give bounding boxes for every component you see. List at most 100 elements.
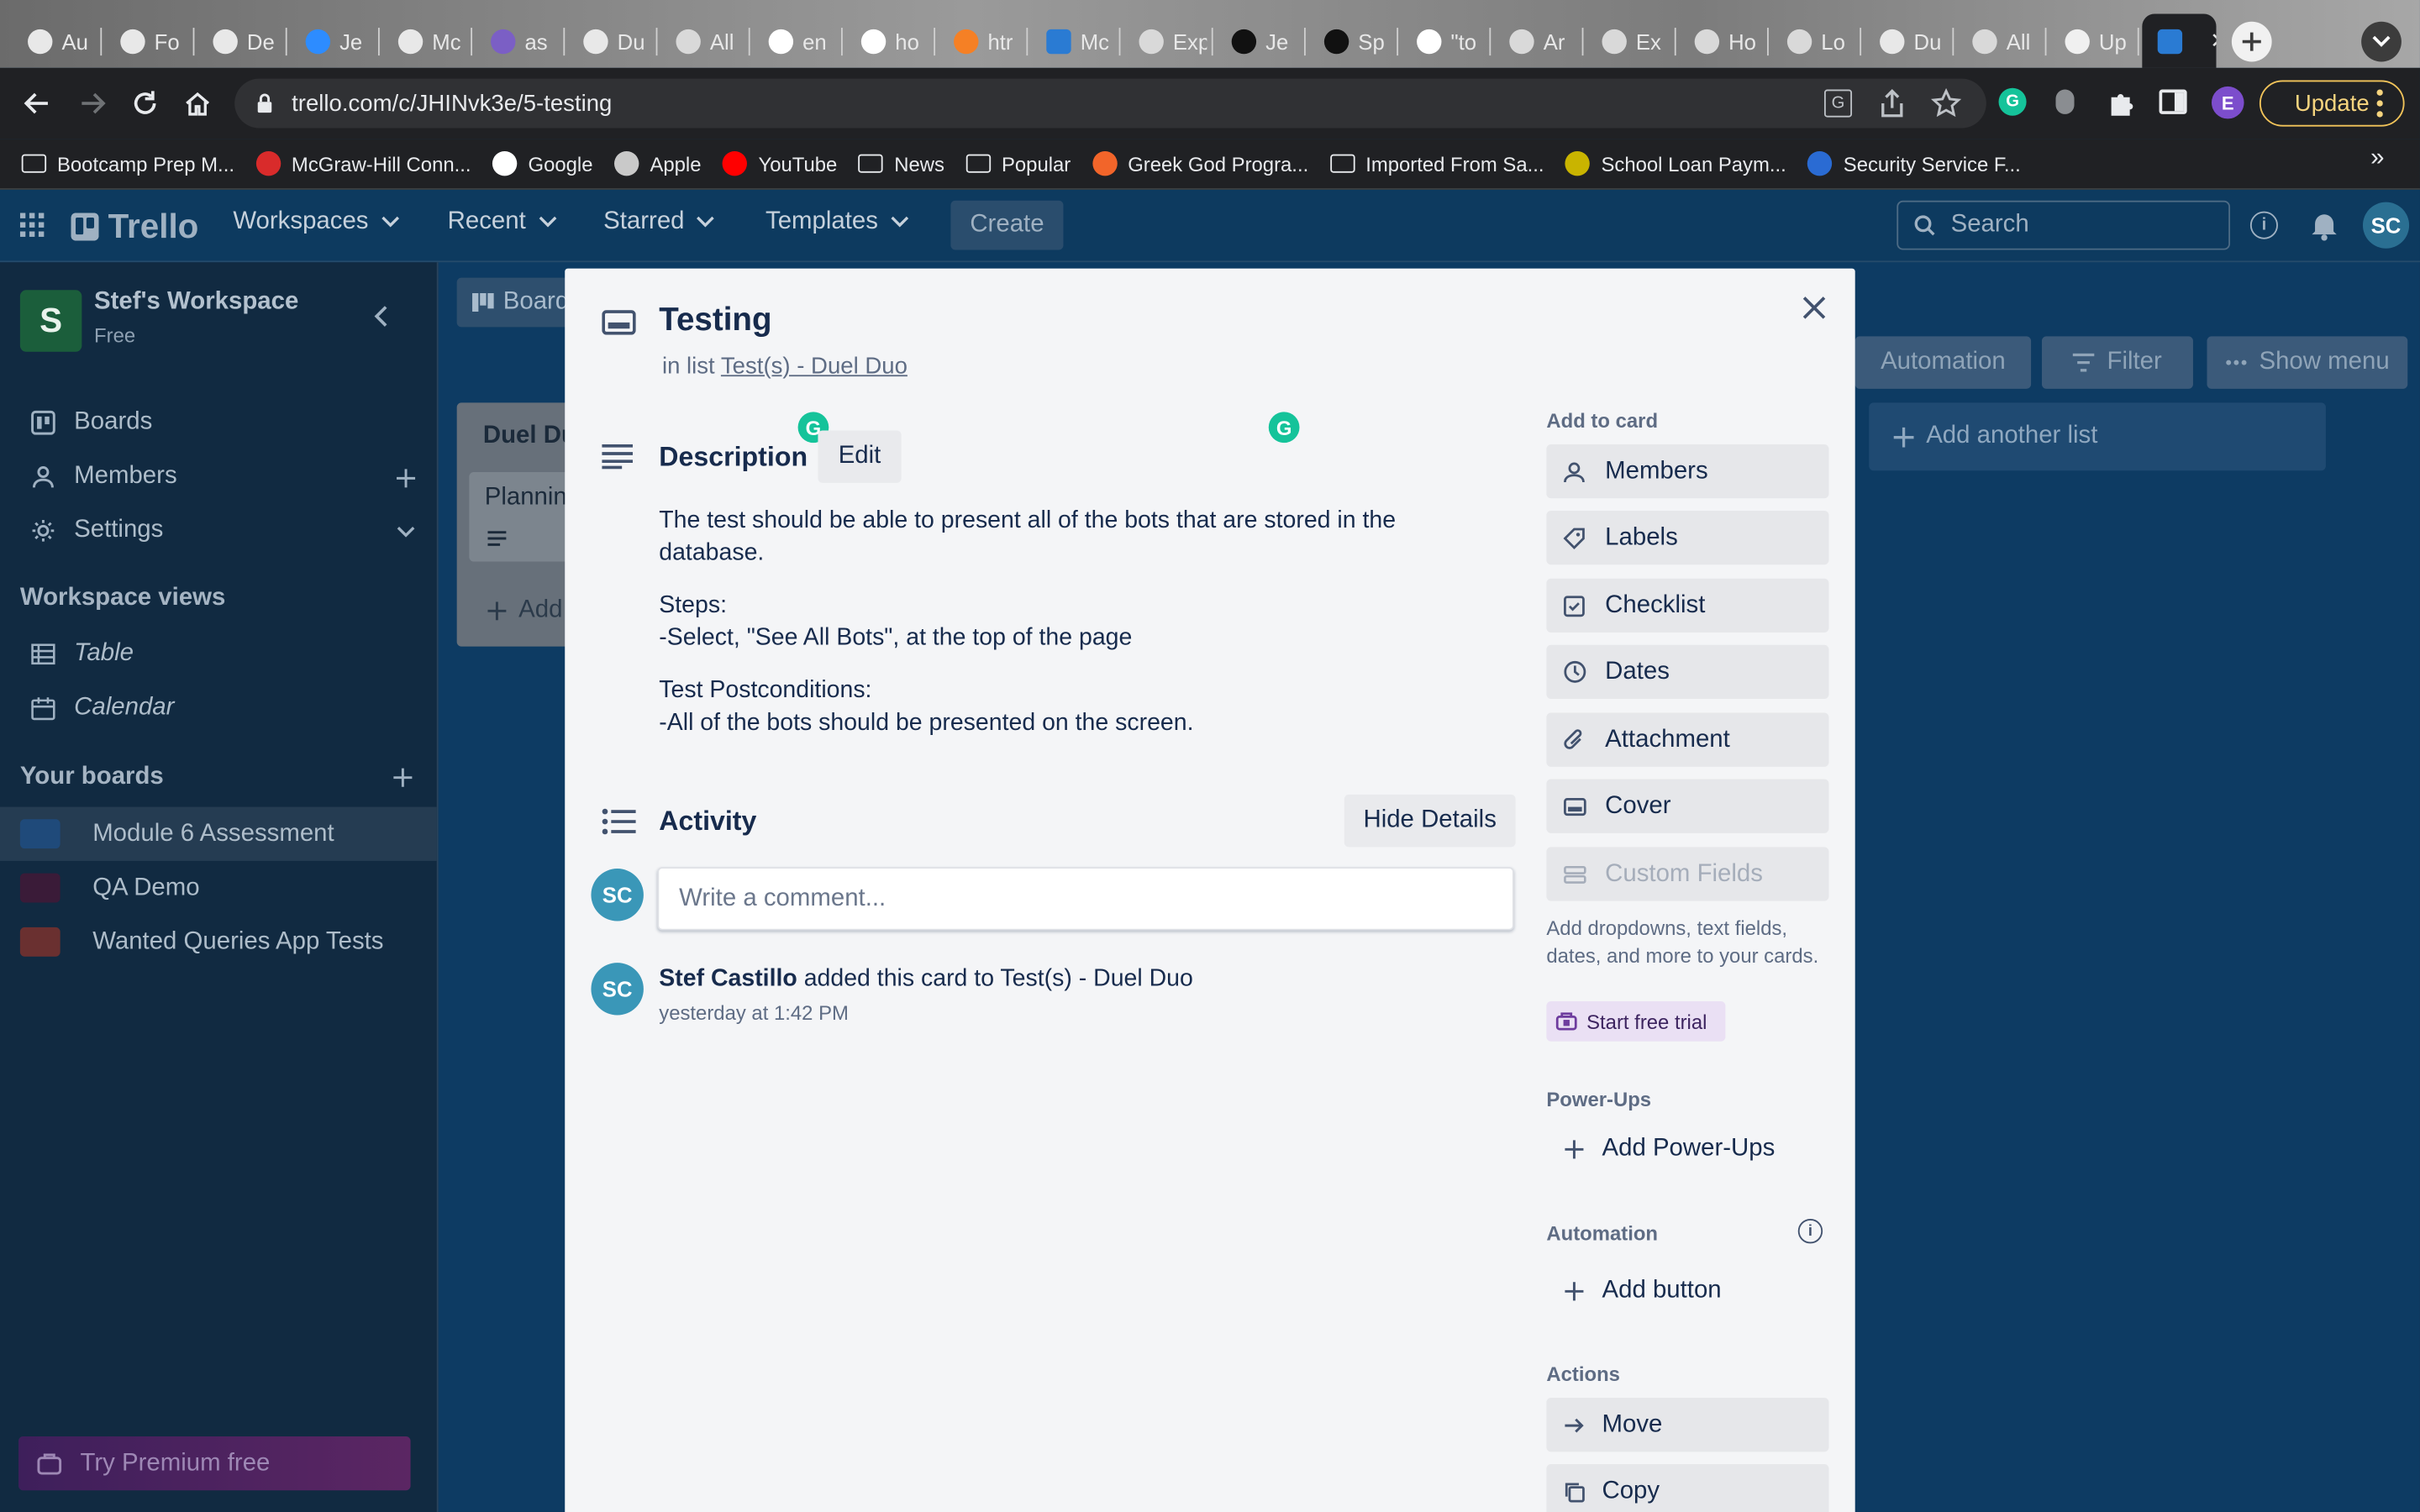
browser-tab[interactable]: Je	[290, 14, 373, 68]
close-modal-button[interactable]	[1801, 295, 1827, 321]
description-paragraph[interactable]: Steps: -Select, "See All Bots", at the t…	[659, 590, 1132, 654]
browser-tab[interactable]: Mc	[1031, 14, 1114, 68]
share-icon[interactable]	[1878, 88, 1906, 119]
bookmark-item[interactable]: YouTube	[723, 150, 837, 176]
browser-tab[interactable]: Ho	[1679, 14, 1762, 68]
comment-avatar[interactable]: SC	[591, 869, 644, 921]
browser-tab[interactable]: Up	[2049, 14, 2133, 68]
labels-button[interactable]: Labels	[1546, 510, 1829, 565]
browser-tab[interactable]: ho	[846, 14, 929, 68]
checklist-button[interactable]: Checklist	[1546, 578, 1829, 633]
browser-tab[interactable]: Sp	[1309, 14, 1392, 68]
info-icon[interactable]: i	[2249, 211, 2278, 239]
browser-tab[interactable]: Ar	[1494, 14, 1577, 68]
search-input[interactable]: Search	[1897, 200, 2231, 250]
translate-icon[interactable]: G	[1823, 89, 1853, 118]
sidebar-item-members[interactable]: Members	[31, 463, 177, 491]
bookmark-item[interactable]: School Loan Paym...	[1565, 150, 1786, 176]
bookmarks-overflow[interactable]: »	[2370, 145, 2384, 173]
filter-button[interactable]: Filter	[2041, 336, 2193, 389]
activity-timestamp[interactable]: yesterday at 1:42 PM	[659, 1001, 849, 1025]
tab-search-button[interactable]	[2361, 21, 2402, 62]
browser-tab[interactable]: Au	[13, 14, 96, 68]
browser-tab[interactable]: Du	[568, 14, 651, 68]
create-button[interactable]: Create	[950, 200, 1064, 250]
bookmark-item[interactable]: McGraw-Hill Conn...	[255, 150, 471, 176]
try-premium-button[interactable]: Try Premium free	[18, 1436, 411, 1491]
activity-avatar[interactable]: SC	[591, 963, 644, 1016]
description-paragraph[interactable]: The test should be able to present all o…	[659, 505, 1396, 570]
automation-button[interactable]: Automation	[1854, 336, 2032, 389]
sidebar-item-settings[interactable]: Settings	[31, 517, 164, 544]
browser-tab[interactable]: Fo	[105, 14, 188, 68]
bookmark-item[interactable]: Greek God Progra...	[1092, 150, 1308, 176]
home-button[interactable]	[182, 88, 213, 119]
list-link[interactable]: Test(s) - Duel Duo	[721, 354, 908, 380]
browser-tab[interactable]: Lo	[1772, 14, 1855, 68]
sidebar-item-boards[interactable]: Boards	[31, 409, 152, 437]
sidebar-item-calendar[interactable]: Calendar	[31, 695, 175, 722]
more-vert-icon[interactable]	[2376, 89, 2383, 118]
bookmark-item[interactable]: Security Service F...	[1807, 150, 2021, 176]
nav-recent[interactable]: Recent	[448, 208, 557, 236]
comment-input[interactable]: Write a comment...	[657, 867, 1514, 931]
bookmark-item[interactable]: Apple	[614, 150, 702, 176]
tab-active[interactable]: ✕	[2142, 13, 2217, 68]
address-bar[interactable]: trello.com/c/JHINvk3e/5-testing	[234, 78, 1986, 129]
browser-tab[interactable]: Ex	[1586, 14, 1670, 68]
workspace-name[interactable]: Stef's Workspace	[94, 288, 298, 316]
workspace-avatar[interactable]: S	[19, 290, 82, 352]
browser-tab[interactable]: htr	[939, 14, 1022, 68]
start-free-trial-button[interactable]: Start free trial	[1546, 1001, 1726, 1042]
browser-tab[interactable]: Je	[1216, 14, 1299, 68]
new-tab-button[interactable]	[2231, 21, 2272, 62]
show-menu-button[interactable]: Show menu	[2207, 336, 2408, 389]
settings-expand-icon[interactable]	[397, 526, 415, 538]
members-button[interactable]: Members	[1546, 444, 1829, 499]
nav-workspaces[interactable]: Workspaces	[233, 208, 399, 236]
grammarly-extension-icon[interactable]: G	[1998, 87, 2027, 116]
dates-button[interactable]: Dates	[1546, 644, 1829, 700]
profile-avatar[interactable]: E	[2211, 86, 2244, 119]
collapse-sidebar-button[interactable]	[373, 306, 388, 328]
cover-button[interactable]: Cover	[1546, 779, 1829, 833]
automation-info-icon[interactable]: i	[1797, 1218, 1823, 1244]
notifications-bell-icon[interactable]	[2311, 210, 2338, 241]
extension-icon[interactable]	[2055, 89, 2075, 114]
bookmark-item[interactable]: Bootcamp Prep M...	[21, 152, 234, 175]
copy-button[interactable]: Copy	[1546, 1464, 1829, 1512]
forward-button[interactable]	[77, 88, 108, 119]
puzzle-icon[interactable]	[2105, 88, 2136, 119]
list-title[interactable]: Duel Du	[483, 423, 576, 450]
add-powerups-button[interactable]: Add Power-Ups	[1546, 1121, 1828, 1175]
browser-tab[interactable]: Du	[1865, 14, 1948, 68]
user-avatar[interactable]: SC	[2362, 202, 2410, 249]
trello-logo[interactable]: Trello	[71, 207, 198, 247]
edit-description-button[interactable]: Edit	[818, 430, 902, 483]
browser-tab[interactable]: All	[1957, 14, 2040, 68]
bookmark-star-icon[interactable]	[1930, 87, 1962, 119]
add-another-list-button[interactable]: Add another list	[1869, 402, 2326, 471]
add-board-button[interactable]	[392, 767, 414, 789]
attachment-button[interactable]: Attachment	[1546, 712, 1829, 767]
activity-user[interactable]: Stef Castillo	[659, 966, 797, 992]
hide-details-button[interactable]: Hide Details	[1344, 794, 1516, 848]
add-button-button[interactable]: Add button	[1546, 1263, 1828, 1317]
bookmark-item[interactable]: News	[859, 152, 944, 175]
sidebar-item-table[interactable]: Table	[31, 640, 134, 668]
sidebar-board-item[interactable]: Wanted Queries App Tests	[0, 915, 437, 969]
card-title[interactable]: Testing	[659, 302, 771, 339]
card-preview[interactable]: Plannin	[469, 472, 581, 562]
reload-button[interactable]	[129, 88, 160, 119]
browser-tab[interactable]: "to	[1402, 14, 1485, 68]
nav-templates[interactable]: Templates	[765, 208, 909, 236]
add-member-button[interactable]	[395, 468, 417, 490]
bookmark-item[interactable]: Imported From Sa...	[1329, 152, 1544, 175]
browser-tab[interactable]: Mc	[383, 14, 466, 68]
browser-tab[interactable]: en	[753, 14, 836, 68]
back-button[interactable]	[22, 88, 53, 119]
bookmark-item[interactable]: Google	[492, 150, 592, 176]
sidebar-board-item[interactable]: QA Demo	[0, 861, 437, 915]
browser-tab[interactable]: De	[197, 14, 281, 68]
nav-starred[interactable]: Starred	[603, 208, 715, 236]
